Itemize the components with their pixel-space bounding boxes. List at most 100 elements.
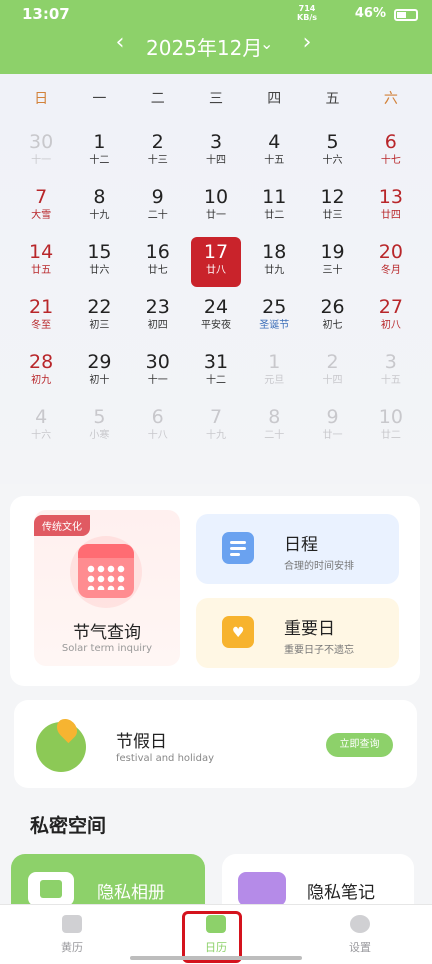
weekday-label: 三	[208, 91, 223, 107]
day-number: 10	[378, 406, 403, 428]
calendar-day[interactable]: 1 元旦	[245, 348, 303, 403]
calendar-day[interactable]: 10 廿一	[187, 183, 245, 238]
lunar-label: 十六	[322, 155, 343, 166]
calendar-day[interactable]: 11 廿二	[245, 183, 303, 238]
photo-album-icon	[28, 872, 74, 906]
day-number: 23	[145, 296, 170, 318]
calendar-day[interactable]: 8 二十	[245, 403, 303, 458]
lunar-label: 初四	[147, 320, 168, 331]
notes-icon	[238, 872, 286, 906]
lunar-label: 大雪	[31, 210, 52, 221]
calendar-day[interactable]: 15 廿六	[70, 238, 128, 293]
calendar-day[interactable]: 25 圣诞节	[245, 293, 303, 348]
calendar-grid: 30 十一 1 十二 2 十三 3 十四 4 十五 5 十六 6 十七 7 大雪 8 十九 9 二十 10 廿一 11 廿二 1…	[12, 128, 420, 458]
calendar-day[interactable]: 22 初三	[70, 293, 128, 348]
next-month-button[interactable]: ›	[297, 30, 317, 55]
lunar-label: 十二	[205, 375, 226, 386]
calendar-day[interactable]: 26 初七	[303, 293, 361, 348]
calendar-day[interactable]: 23 初四	[129, 293, 187, 348]
calendar-day[interactable]: 12 廿三	[303, 183, 361, 238]
query-now-button[interactable]: 立即查询	[326, 733, 393, 757]
day-number: 6	[384, 131, 397, 153]
calendar-day[interactable]: 8 十九	[70, 183, 128, 238]
tab-almanac[interactable]: 黄历	[42, 915, 102, 955]
calendar-day[interactable]: 9 二十	[129, 183, 187, 238]
calendar-day[interactable]: 6 十八	[129, 403, 187, 458]
day-number: 9	[151, 186, 164, 208]
calendar-day[interactable]: 7 大雪	[12, 183, 70, 238]
solar-term-subtitle: Solar term inquiry	[61, 643, 153, 654]
lunar-label: 廿四	[380, 210, 401, 221]
calendar-day[interactable]: 2 十四	[303, 348, 361, 403]
calendar-day[interactable]: 4 十五	[245, 128, 303, 183]
calendar-week-row: 28 初九 29 初十 30 十一 31 十二 1 元旦 2 十四 3 十五	[12, 348, 420, 403]
lunar-label: 十九	[205, 430, 226, 441]
day-number: 7	[209, 406, 223, 428]
calendar-day[interactable]: 2 十三	[129, 128, 187, 183]
day-number: 8	[93, 186, 106, 208]
calendar-day[interactable]: 31 十二	[187, 348, 245, 403]
day-number: 22	[87, 296, 112, 318]
prev-month-button[interactable]: ‹	[110, 30, 130, 55]
calendar-day[interactable]: 27 初八	[362, 293, 420, 348]
calendar-day[interactable]: 30 十一	[12, 128, 70, 183]
calendar-day[interactable]: 18 廿九	[245, 238, 303, 293]
calendar-week-row: 21 冬至 22 初三 23 初四 24 平安夜 25 圣诞节 26 初七 27 初八	[12, 293, 420, 348]
calendar-day[interactable]: 5 十六	[303, 128, 361, 183]
calendar-day[interactable]: 20 冬月	[362, 238, 420, 293]
calendar-day[interactable]: 14 廿五	[12, 238, 70, 293]
calendar-day[interactable]: 24 平安夜	[187, 293, 245, 348]
calendar-day[interactable]: 21 冬至	[12, 293, 70, 348]
calendar-day[interactable]: 16 廿七	[129, 238, 187, 293]
solar-term-title: 节气查询	[73, 623, 141, 643]
calendar-day-today[interactable]: 17 廿八	[187, 237, 245, 293]
chevron-down-icon[interactable]: ⌄	[260, 34, 273, 53]
day-number: 1	[93, 131, 106, 153]
day-number: 27	[378, 296, 403, 318]
tab-settings[interactable]: 设置	[330, 915, 390, 955]
calendar-day[interactable]: 4 十六	[12, 403, 70, 458]
lunar-label: 廿三	[322, 210, 343, 221]
lunar-label: 初九	[31, 375, 52, 386]
lunar-label: 十三	[147, 155, 168, 166]
weekday-label: 二	[150, 91, 165, 107]
calendar-day[interactable]: 5 小寒	[70, 403, 128, 458]
calendar-week-row: 14 廿五 15 廿六 16 廿七 17 廿八 18 廿九 19 三十 20 冬月	[12, 237, 420, 293]
day-number: 26	[320, 296, 345, 318]
private-album-label: 隐私相册	[97, 883, 165, 903]
day-number: 12	[320, 186, 345, 208]
calendar-month-view: 日 一 二 三 四 五 六 30 十一 1 十二 2 十三 3 十四 4 十五 5 十六 6 十七 7 大雪 8…	[0, 74, 432, 484]
calendar-day[interactable]: 30 十一	[129, 348, 187, 403]
calendar-day[interactable]: 28 初九	[12, 348, 70, 403]
private-notes-label: 隐私笔记	[307, 883, 375, 903]
important-day-subtitle: 重要日子不遗忘	[284, 645, 354, 656]
tab-label: 设置	[349, 941, 371, 954]
calendar-day[interactable]: 9 廿一	[303, 403, 361, 458]
lunar-label: 平安夜	[200, 320, 231, 331]
day-number: 5	[93, 406, 106, 428]
day-number: 17	[203, 241, 229, 263]
calendar-week-row: 30 十一 1 十二 2 十三 3 十四 4 十五 5 十六 6 十七	[12, 128, 420, 183]
calendar-day[interactable]: 7 十九	[187, 403, 245, 458]
calendar-day[interactable]: 1 十二	[70, 128, 128, 183]
month-title[interactable]: 2025年12月	[146, 32, 262, 61]
calendar-day[interactable]: 3 十五	[362, 348, 420, 403]
schedule-subtitle: 合理的时间安排	[284, 561, 354, 572]
day-number: 25	[262, 296, 287, 318]
lunar-label: 十五	[380, 375, 401, 386]
calendar-day[interactable]: 6 十七	[362, 128, 420, 183]
lunar-label: 小寒	[89, 430, 110, 441]
lunar-label: 二十	[147, 210, 168, 221]
calendar-week-row: 4 十六 5 小寒 6 十八 7 十九 8 二十 9 廿一 10 廿二	[12, 403, 420, 458]
calendar-day[interactable]: 13 廿四	[362, 183, 420, 238]
calendar-day[interactable]: 10 廿二	[362, 403, 420, 458]
almanac-icon	[62, 915, 82, 933]
day-number: 28	[29, 351, 54, 373]
calendar-day[interactable]: 29 初十	[70, 348, 128, 403]
lunar-label: 廿六	[89, 265, 110, 276]
traditional-culture-tag: 传统文化	[34, 515, 90, 536]
lunar-label: 十九	[89, 210, 110, 221]
calendar-day[interactable]: 19 三十	[303, 238, 361, 293]
calendar-day[interactable]: 3 十四	[187, 128, 245, 183]
lunar-label: 廿二	[380, 430, 401, 441]
